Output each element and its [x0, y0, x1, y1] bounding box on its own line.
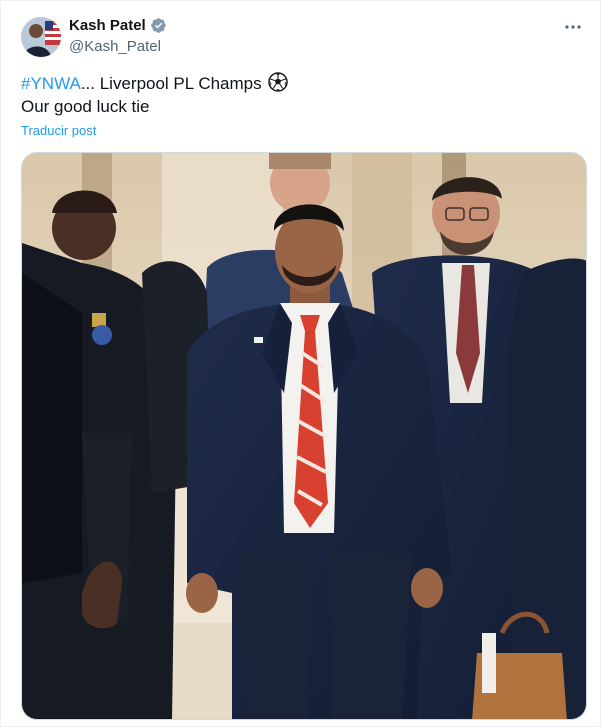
- photo-illustration: [22, 153, 586, 719]
- hashtag-link[interactable]: #YNWA: [21, 74, 81, 93]
- author-handle[interactable]: @Kash_Patel: [69, 38, 161, 55]
- post-text-line-1: #YNWA... Liverpool PL Champs: [21, 72, 289, 95]
- avatar-image: [21, 17, 61, 57]
- more-options-icon: [565, 25, 581, 29]
- more-options-button[interactable]: [562, 17, 584, 37]
- soccer-ball-icon: [268, 72, 289, 92]
- verified-badge-icon: [150, 18, 166, 33]
- post-text-rest: ... Liverpool PL Champs: [80, 74, 262, 93]
- tweet-card: Kash Patel @Kash_Patel #YNWA... Liverpoo…: [0, 0, 601, 727]
- author-display-name[interactable]: Kash Patel: [69, 17, 146, 34]
- translate-post-link[interactable]: Traducir post: [21, 123, 96, 138]
- post-text-line-2: Our good luck tie: [21, 97, 150, 116]
- author-avatar[interactable]: [21, 17, 61, 57]
- author-name-row[interactable]: Kash Patel: [69, 17, 167, 34]
- post-photo[interactable]: [21, 152, 587, 720]
